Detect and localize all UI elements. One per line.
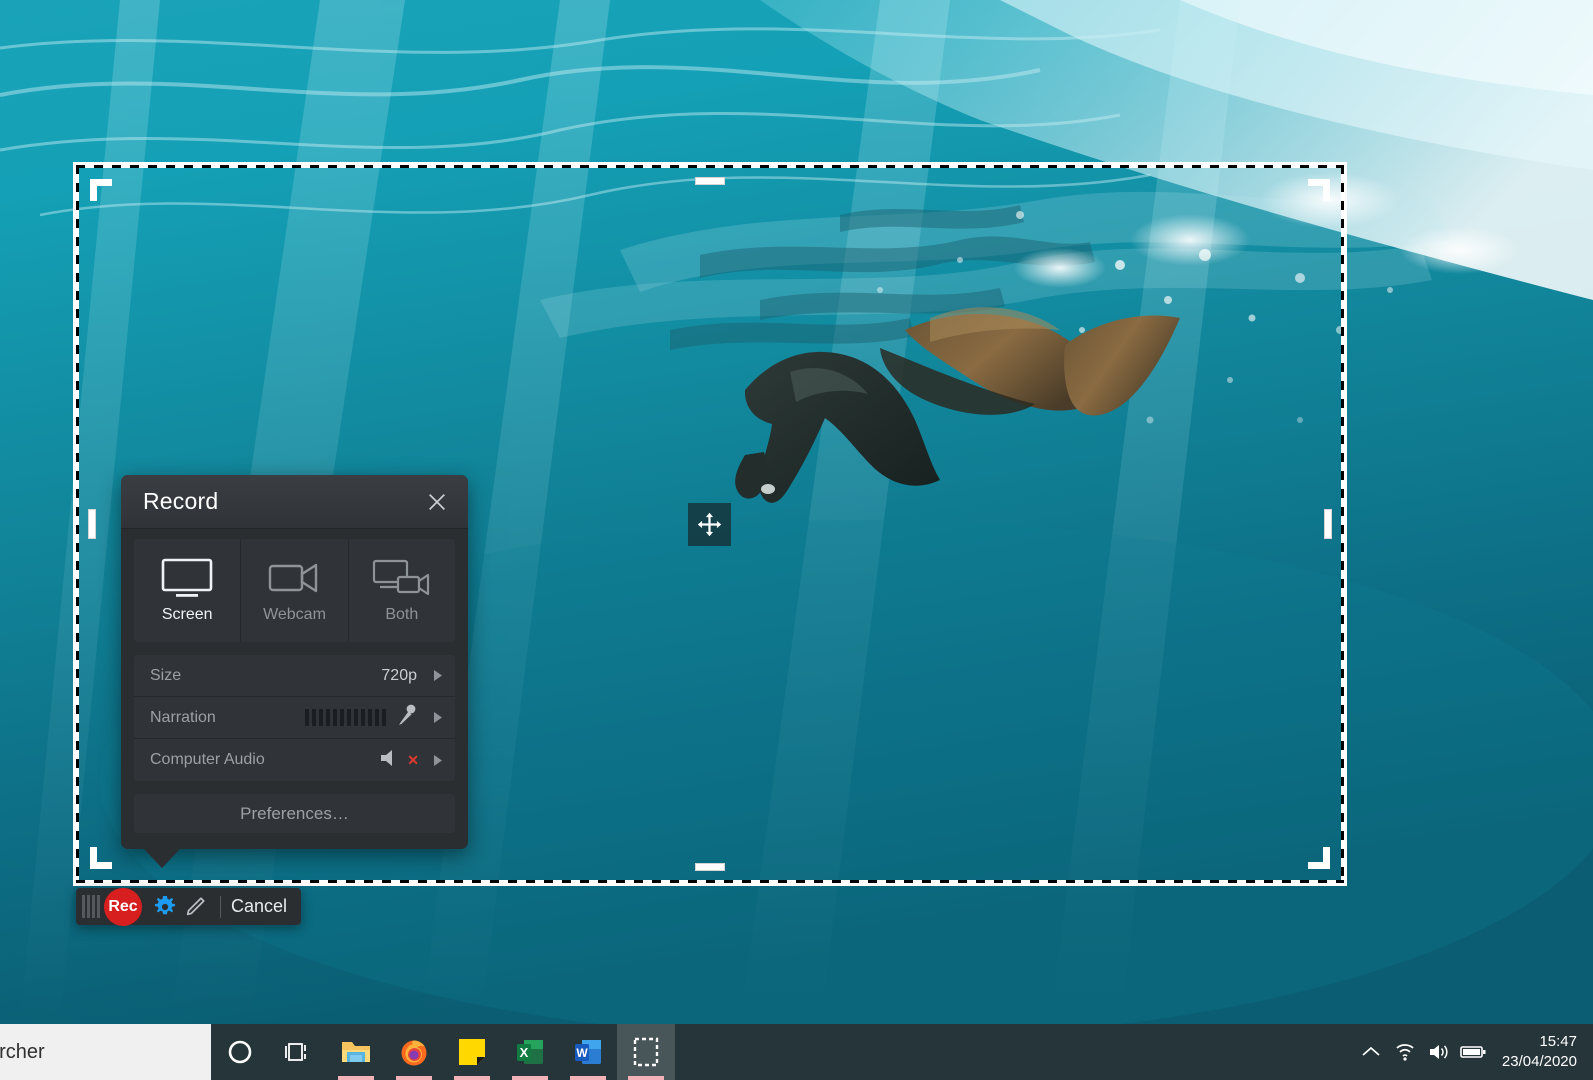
system-tray[interactable]: 15:47 23/04/2020 (1354, 1024, 1593, 1080)
cancel-button[interactable]: Cancel (231, 896, 287, 917)
record-button[interactable]: Rec (104, 887, 142, 926)
chevron-right-icon (433, 754, 442, 766)
option-computer-audio-label: Computer Audio (150, 751, 265, 768)
taskbar-item-excel[interactable]: X (501, 1024, 559, 1080)
taskbar-item-file-explorer[interactable] (327, 1024, 385, 1080)
taskbar-item-cortana[interactable] (211, 1024, 269, 1080)
taskbar-running-indicator (338, 1076, 374, 1080)
narration-level-meter (305, 709, 386, 726)
narration-mic[interactable] (398, 704, 417, 731)
taskbar-running-indicator (512, 1076, 548, 1080)
folder-icon (342, 1042, 370, 1062)
taskbar-app-list[interactable]: X W (211, 1024, 675, 1080)
windows-taskbar[interactable]: ercher (0, 1024, 1593, 1080)
record-mode-selector[interactable]: Screen Webcam Both (134, 539, 455, 642)
recording-toolbar[interactable]: Rec Cancel (76, 887, 302, 926)
taskbar-running-indicator (570, 1076, 606, 1080)
taskbar-item-screen-recorder[interactable] (617, 1024, 675, 1080)
dialog-header: Record (121, 475, 468, 529)
cortana-circle-icon (228, 1040, 252, 1064)
taskbar-running-indicator (396, 1076, 432, 1080)
taskbar-running-indicator (454, 1076, 490, 1080)
close-button[interactable] (422, 487, 452, 517)
mode-webcam[interactable]: Webcam (241, 539, 349, 642)
preferences-button[interactable]: Preferences… (134, 794, 455, 833)
mode-screen-label: Screen (161, 606, 213, 623)
taskbar-running-indicator (628, 1076, 664, 1080)
speaker-muted-icon (381, 749, 393, 766)
battery-icon (1460, 1046, 1486, 1058)
option-computer-audio-arrow[interactable] (431, 754, 445, 767)
pencil-icon (186, 896, 205, 915)
settings-button[interactable] (150, 892, 180, 922)
mode-screen[interactable]: Screen (134, 539, 242, 642)
taskbar-item-task-view[interactable] (269, 1024, 327, 1080)
record-options-list: Size 720p Narration Computer Audio ✕ (134, 655, 455, 781)
toolbar-divider (220, 895, 221, 918)
chevron-right-icon (433, 712, 442, 723)
taskbar-item-sticky-notes[interactable] (443, 1024, 501, 1080)
option-size[interactable]: Size 720p (134, 655, 455, 697)
screen-capture-icon (633, 1037, 659, 1067)
option-narration-arrow[interactable] (431, 711, 445, 724)
taskbar-clock[interactable]: 15:47 23/04/2020 (1502, 1032, 1583, 1073)
option-computer-audio[interactable]: Computer Audio ✕ (134, 739, 455, 781)
excel-icon: X (517, 1040, 543, 1064)
svg-text:W: W (576, 1046, 588, 1060)
draw-button[interactable] (180, 892, 210, 922)
mode-webcam-label: Webcam (263, 606, 326, 623)
microphone-icon (399, 704, 416, 725)
gear-icon (154, 895, 176, 914)
sticky-note-icon (459, 1039, 485, 1065)
option-size-label: Size (150, 666, 182, 684)
option-size-arrow[interactable] (431, 669, 445, 682)
show-hidden-icons-button[interactable] (1354, 1024, 1388, 1080)
option-narration[interactable]: Narration (134, 697, 455, 739)
word-icon: W (575, 1040, 601, 1064)
battery-button[interactable] (1456, 1024, 1490, 1080)
taskbar-item-firefox[interactable] (385, 1024, 443, 1080)
chevron-right-icon (433, 670, 442, 681)
chevron-up-icon (1362, 1046, 1380, 1056)
clock-date: 23/04/2020 (1501, 1053, 1577, 1070)
record-dialog[interactable]: Record Screen Webcam Both Size 720p Narr… (121, 475, 468, 868)
option-narration-label: Narration (150, 708, 216, 726)
wifi-icon (1396, 1044, 1414, 1061)
network-button[interactable] (1388, 1024, 1422, 1080)
clock-time: 15:47 (1539, 1032, 1577, 1050)
drag-grip-icon[interactable] (82, 895, 100, 918)
video-camera-icon (269, 563, 318, 593)
volume-button[interactable] (1422, 1024, 1456, 1080)
speaker-icon (1429, 1045, 1448, 1059)
dialog-title: Record (143, 488, 219, 514)
firefox-icon (401, 1040, 427, 1066)
monitor-icon (161, 558, 213, 597)
dialog-pointer-tail (143, 848, 181, 868)
mode-both[interactable]: Both (349, 539, 455, 642)
move-arrows-icon (697, 512, 722, 537)
move-selection-handle[interactable] (688, 503, 731, 546)
option-size-value: 720p (381, 666, 417, 684)
search-input[interactable]: ercher (0, 1041, 45, 1064)
computer-audio-speaker[interactable] (379, 748, 401, 773)
mode-both-label: Both (385, 606, 419, 623)
close-icon (429, 493, 445, 510)
dialog-body: Screen Webcam Both Size 720p Narration C… (121, 529, 468, 849)
mute-cross-icon: ✕ (407, 751, 419, 768)
taskbar-search-box[interactable]: ercher (0, 1024, 211, 1080)
task-view-icon (285, 1043, 306, 1061)
svg-text:X: X (520, 1045, 529, 1060)
taskbar-item-word[interactable]: W (559, 1024, 617, 1080)
monitor-camera-icon (372, 559, 429, 596)
